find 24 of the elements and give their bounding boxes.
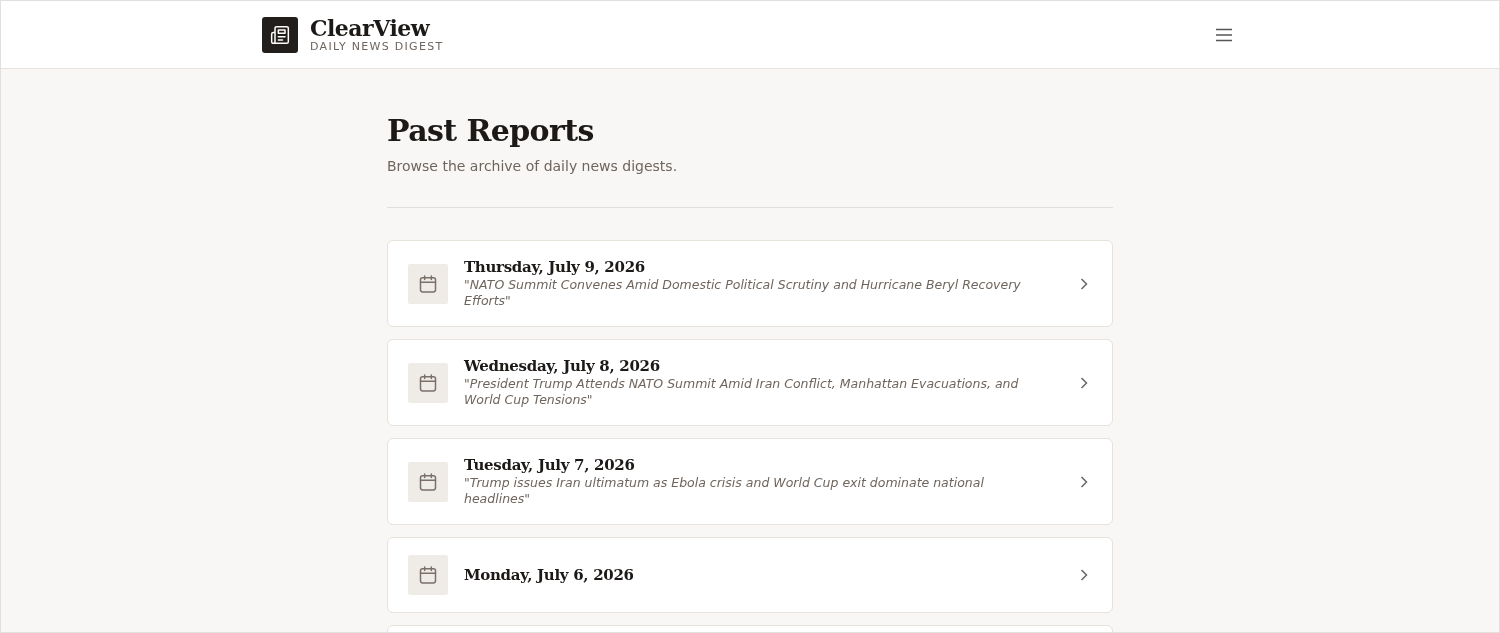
- report-date: Wednesday, July 8, 2026: [464, 357, 661, 375]
- calendar-icon: [408, 461, 448, 502]
- report-date: Thursday, July 9, 2026: [464, 258, 646, 276]
- chevron-right-icon: [1080, 475, 1088, 488]
- page-title: Past Reports: [387, 112, 595, 150]
- report-card[interactable]: Wednesday, July 8, 2026 "President Trump Attends NATO Summit Amid Iran Conflict, Manhattan Evacuations, and World Cup Tensions": [387, 339, 1113, 426]
- report-date: Tuesday, July 7, 2026: [464, 456, 636, 474]
- report-headline: "NATO Summit Convenes Amid Domestic Political Scrutiny and Hurricane Beryl Recovery Efforts": [464, 277, 1022, 309]
- report-card[interactable]: Monday, July 6, 2026: [387, 537, 1113, 613]
- page-subtitle: Browse the archive of daily news digests.: [387, 158, 679, 174]
- chevron-right-icon: [1080, 277, 1088, 290]
- calendar-icon: [408, 362, 448, 403]
- report-headline: "President Trump Attends NATO Summit Amid Iran Conflict, Manhattan Evacuations, and World Cup Tensions": [464, 376, 1020, 408]
- calendar-icon: [408, 263, 448, 304]
- chevron-right-icon: [1080, 569, 1088, 581]
- report-card[interactable]: Thursday, July 9, 2026 "NATO Summit Convenes Amid Domestic Political Scrutiny and Hurricane Beryl Recovery Efforts": [387, 240, 1113, 327]
- report-headline: "Trump issues Iran ultimatum as Ebola crisis and World Cup exit dominate national headlines": [464, 475, 985, 507]
- chevron-right-icon: [1080, 376, 1088, 389]
- brand-name: ClearView: [310, 15, 431, 40]
- newspaper-icon: [262, 16, 298, 53]
- calendar-icon: [408, 555, 448, 595]
- report-date: Monday, July 6, 2026: [464, 566, 635, 584]
- report-card[interactable]: Tuesday, July 7, 2026 "Trump issues Iran ultimatum as Ebola crisis and World Cup exit dominate national headlines": [387, 438, 1113, 525]
- brand-tagline: DAILY NEWS DIGEST: [310, 39, 444, 54]
